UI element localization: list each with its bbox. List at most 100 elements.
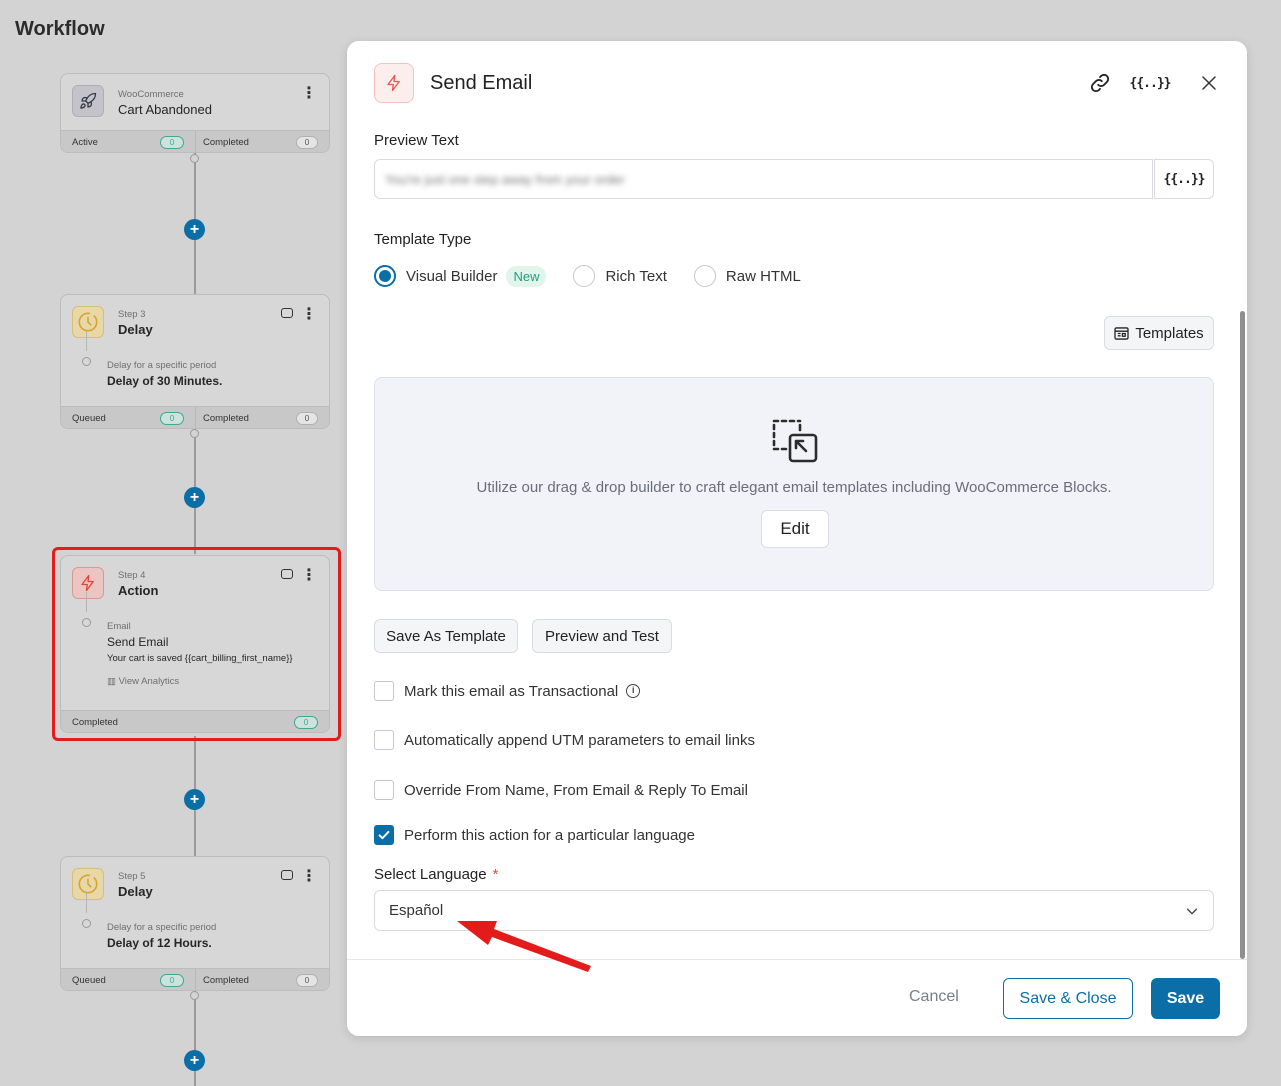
step-type: Delay for a specific period <box>107 922 217 933</box>
connector-node <box>190 429 199 438</box>
card-subtitle: WooCommerce <box>118 89 184 100</box>
delay-step-card[interactable]: Step 3 Delay ⋮ Delay for a specific peri… <box>60 294 330 429</box>
add-step-button[interactable]: + <box>184 219 205 240</box>
page-title: Workflow <box>15 18 105 40</box>
preview-text-input[interactable]: You're just one step away from your orde… <box>374 159 1153 199</box>
card-footer: Queued 0 Completed 0 <box>61 968 329 990</box>
bolt-icon <box>374 63 414 103</box>
card-header: WooCommerce Cart Abandoned ⋮ <box>61 74 329 130</box>
preview-and-test-button[interactable]: Preview and Test <box>532 619 672 653</box>
radio-button[interactable] <box>374 265 396 287</box>
highlight-box <box>52 547 341 741</box>
modal-header: Send Email {{..}} <box>347 41 1247 126</box>
card-subtitle: Step 3 <box>118 309 146 320</box>
connector-node <box>190 154 199 163</box>
connector-line <box>194 990 196 1086</box>
radio-raw-html[interactable]: Raw HTML <box>693 265 801 287</box>
radio-label: Visual Builder <box>406 267 498 285</box>
count-badge: 0 <box>296 974 318 987</box>
builder-description: Utilize our drag & drop builder to craft… <box>476 479 1112 496</box>
comment-icon[interactable] <box>281 870 293 880</box>
checkbox-label: Automatically append UTM parameters to e… <box>404 731 755 749</box>
close-icon[interactable] <box>1197 71 1221 95</box>
add-step-button[interactable]: + <box>184 487 205 508</box>
checkbox-language[interactable]: Perform this action for a particular lan… <box>374 824 695 846</box>
save-as-template-button[interactable]: Save As Template <box>374 619 518 653</box>
merge-tags-icon[interactable]: {{..}} <box>1130 71 1172 95</box>
preview-text-value: You're just one step away from your orde… <box>385 171 625 187</box>
templates-icon <box>1114 326 1129 340</box>
drag-drop-icon <box>771 418 819 471</box>
checkmark-icon <box>378 830 390 840</box>
scrollbar[interactable] <box>1240 311 1245 959</box>
checkbox-label: Perform this action for a particular lan… <box>404 826 695 844</box>
checkbox-override-from[interactable]: Override From Name, From Email & Reply T… <box>374 779 748 801</box>
checkbox[interactable] <box>374 780 394 800</box>
templates-button[interactable]: Templates <box>1104 316 1214 350</box>
checkbox[interactable] <box>374 681 394 701</box>
status-label: Completed <box>203 975 249 986</box>
checkbox-label: Override From Name, From Email & Reply T… <box>404 781 748 799</box>
status-label: Completed <box>203 137 249 148</box>
merge-tags-button[interactable]: {{..}} <box>1154 159 1214 199</box>
step-summary: Delay of 30 Minutes. <box>107 374 223 388</box>
rocket-icon <box>72 85 104 117</box>
status-label: Queued <box>72 413 106 424</box>
modal-footer: Cancel Save & Close Save <box>347 959 1247 1036</box>
edit-button[interactable]: Edit <box>761 510 829 548</box>
step-summary: Delay of 12 Hours. <box>107 936 212 950</box>
required-mark: * <box>492 866 499 883</box>
save-and-close-button[interactable]: Save & Close <box>1003 978 1133 1019</box>
save-button[interactable]: Save <box>1151 978 1220 1019</box>
count-badge: 0 <box>296 136 318 149</box>
timeline-dot <box>82 919 91 928</box>
comment-icon[interactable] <box>281 308 293 318</box>
radio-label: Rich Text <box>605 267 667 285</box>
card-header: Step 5 Delay ⋮ <box>61 857 329 913</box>
card-body: Delay for a specific period Delay of 12 … <box>61 893 329 968</box>
selected-language: Español <box>389 902 444 919</box>
delay-step-card[interactable]: Step 5 Delay ⋮ Delay for a specific peri… <box>60 856 330 991</box>
new-badge: New <box>506 265 547 287</box>
more-options-icon[interactable]: ⋮ <box>301 307 317 323</box>
card-header: Step 3 Delay ⋮ <box>61 295 329 351</box>
count-badge: 0 <box>160 412 184 425</box>
link-icon[interactable] <box>1088 71 1112 95</box>
radio-rich-text[interactable]: Rich Text <box>573 265 667 287</box>
radio-button[interactable] <box>693 265 716 287</box>
more-options-icon[interactable]: ⋮ <box>301 86 317 102</box>
card-title: Cart Abandoned <box>118 102 212 117</box>
add-step-button[interactable]: + <box>184 789 205 810</box>
checkbox-transactional[interactable]: Mark this email as Transactional i <box>374 680 641 702</box>
status-label: Queued <box>72 975 106 986</box>
card-body: Delay for a specific period Delay of 30 … <box>61 331 329 406</box>
card-title: Delay <box>118 884 153 899</box>
add-step-button[interactable]: + <box>184 1050 205 1071</box>
chevron-down-icon <box>1186 908 1198 914</box>
visual-builder-panel: Utilize our drag & drop builder to craft… <box>374 377 1214 591</box>
language-select[interactable]: Español <box>374 890 1214 931</box>
select-language-label: Select Language * <box>374 866 499 883</box>
preview-text-label: Preview Text <box>374 132 459 149</box>
step-type: Delay for a specific period <box>107 360 217 371</box>
trigger-card[interactable]: WooCommerce Cart Abandoned ⋮ Active 0 Com… <box>60 73 330 153</box>
more-options-icon[interactable]: ⋮ <box>301 869 317 885</box>
count-badge: 0 <box>160 136 184 149</box>
clock-icon <box>72 306 104 338</box>
send-email-modal: Send Email {{..}} Preview Text You're ju… <box>347 41 1247 1036</box>
radio-button[interactable] <box>573 265 596 287</box>
card-title: Delay <box>118 322 153 337</box>
cancel-button[interactable]: Cancel <box>909 988 959 1006</box>
timeline-dot <box>82 357 91 366</box>
clock-icon <box>72 868 104 900</box>
checkbox[interactable] <box>374 825 394 845</box>
card-footer: Queued 0 Completed 0 <box>61 406 329 428</box>
info-icon[interactable]: i <box>626 684 641 698</box>
card-subtitle: Step 5 <box>118 871 146 882</box>
checkbox-utm[interactable]: Automatically append UTM parameters to e… <box>374 729 755 751</box>
connector-node <box>190 991 199 1000</box>
count-badge: 0 <box>296 412 318 425</box>
radio-visual-builder[interactable]: Visual Builder New <box>374 265 547 287</box>
checkbox[interactable] <box>374 730 394 750</box>
checkbox-label: Mark this email as Transactional <box>404 682 619 700</box>
